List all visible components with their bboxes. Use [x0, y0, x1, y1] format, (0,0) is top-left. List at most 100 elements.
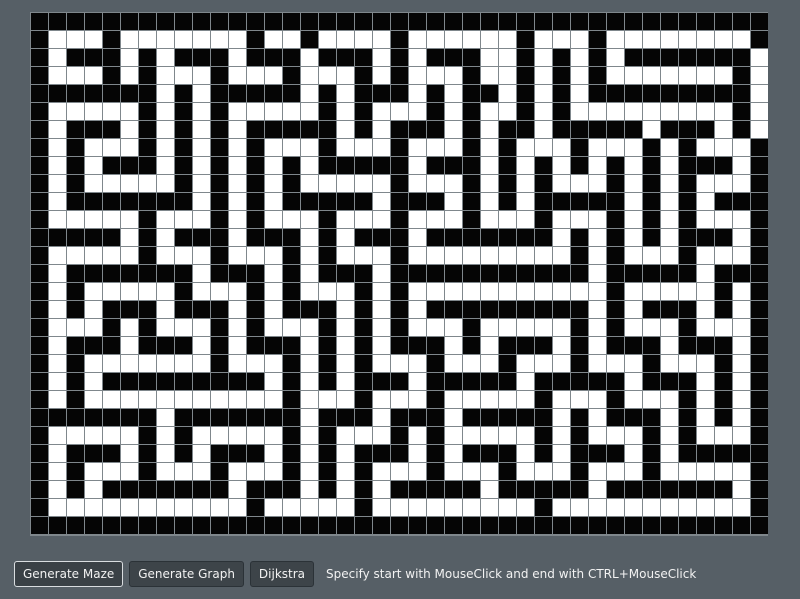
- maze-wall-cell[interactable]: [85, 445, 102, 462]
- maze-wall-cell[interactable]: [625, 265, 642, 282]
- maze-wall-cell[interactable]: [31, 319, 48, 336]
- maze-open-cell[interactable]: [139, 283, 156, 300]
- maze-wall-cell[interactable]: [265, 13, 282, 30]
- maze-wall-cell[interactable]: [31, 121, 48, 138]
- maze-wall-cell[interactable]: [337, 409, 354, 426]
- maze-wall-cell[interactable]: [139, 103, 156, 120]
- maze-open-cell[interactable]: [607, 427, 624, 444]
- maze-wall-cell[interactable]: [733, 49, 750, 66]
- maze-open-cell[interactable]: [463, 391, 480, 408]
- maze-wall-cell[interactable]: [715, 337, 732, 354]
- maze-wall-cell[interactable]: [31, 445, 48, 462]
- maze-wall-cell[interactable]: [67, 265, 84, 282]
- maze-wall-cell[interactable]: [49, 85, 66, 102]
- maze-open-cell[interactable]: [85, 373, 102, 390]
- maze-wall-cell[interactable]: [283, 409, 300, 426]
- maze-wall-cell[interactable]: [139, 517, 156, 534]
- maze-wall-cell[interactable]: [211, 337, 228, 354]
- maze-wall-cell[interactable]: [535, 445, 552, 462]
- maze-open-cell[interactable]: [157, 247, 174, 264]
- maze-open-cell[interactable]: [409, 355, 426, 372]
- maze-open-cell[interactable]: [193, 265, 210, 282]
- maze-wall-cell[interactable]: [103, 373, 120, 390]
- maze-open-cell[interactable]: [373, 175, 390, 192]
- maze-open-cell[interactable]: [499, 427, 516, 444]
- maze-open-cell[interactable]: [589, 409, 606, 426]
- maze-open-cell[interactable]: [481, 391, 498, 408]
- maze-wall-cell[interactable]: [427, 85, 444, 102]
- maze-open-cell[interactable]: [121, 31, 138, 48]
- maze-open-cell[interactable]: [517, 175, 534, 192]
- maze-open-cell[interactable]: [697, 67, 714, 84]
- maze-wall-cell[interactable]: [247, 373, 264, 390]
- maze-wall-cell[interactable]: [157, 517, 174, 534]
- maze-wall-cell[interactable]: [481, 301, 498, 318]
- maze-open-cell[interactable]: [229, 211, 246, 228]
- maze-open-cell[interactable]: [139, 499, 156, 516]
- maze-open-cell[interactable]: [85, 139, 102, 156]
- maze-open-cell[interactable]: [355, 427, 372, 444]
- maze-wall-cell[interactable]: [319, 157, 336, 174]
- maze-wall-cell[interactable]: [67, 355, 84, 372]
- maze-wall-cell[interactable]: [499, 481, 516, 498]
- maze-open-cell[interactable]: [301, 355, 318, 372]
- maze-open-cell[interactable]: [625, 67, 642, 84]
- maze-wall-cell[interactable]: [319, 13, 336, 30]
- maze-wall-cell[interactable]: [175, 121, 192, 138]
- maze-open-cell[interactable]: [643, 319, 660, 336]
- maze-wall-cell[interactable]: [427, 355, 444, 372]
- maze-open-cell[interactable]: [157, 121, 174, 138]
- maze-open-cell[interactable]: [481, 283, 498, 300]
- maze-wall-cell[interactable]: [175, 193, 192, 210]
- maze-open-cell[interactable]: [193, 463, 210, 480]
- maze-open-cell[interactable]: [499, 283, 516, 300]
- maze-wall-cell[interactable]: [391, 49, 408, 66]
- maze-open-cell[interactable]: [265, 67, 282, 84]
- maze-wall-cell[interactable]: [67, 337, 84, 354]
- maze-wall-cell[interactable]: [589, 31, 606, 48]
- maze-open-cell[interactable]: [373, 301, 390, 318]
- maze-wall-cell[interactable]: [463, 319, 480, 336]
- maze-wall-cell[interactable]: [175, 337, 192, 354]
- maze-open-cell[interactable]: [193, 31, 210, 48]
- maze-open-cell[interactable]: [517, 463, 534, 480]
- maze-open-cell[interactable]: [337, 139, 354, 156]
- maze-wall-cell[interactable]: [607, 265, 624, 282]
- maze-wall-cell[interactable]: [571, 481, 588, 498]
- maze-wall-cell[interactable]: [31, 157, 48, 174]
- maze-wall-cell[interactable]: [427, 121, 444, 138]
- maze-open-cell[interactable]: [409, 85, 426, 102]
- maze-open-cell[interactable]: [751, 49, 768, 66]
- maze-wall-cell[interactable]: [499, 13, 516, 30]
- maze-wall-cell[interactable]: [193, 301, 210, 318]
- maze-open-cell[interactable]: [481, 211, 498, 228]
- maze-open-cell[interactable]: [445, 193, 462, 210]
- maze-open-cell[interactable]: [661, 283, 678, 300]
- maze-open-cell[interactable]: [85, 247, 102, 264]
- maze-open-cell[interactable]: [157, 391, 174, 408]
- maze-wall-cell[interactable]: [85, 13, 102, 30]
- maze-wall-cell[interactable]: [733, 193, 750, 210]
- maze-open-cell[interactable]: [121, 121, 138, 138]
- maze-open-cell[interactable]: [553, 391, 570, 408]
- maze-open-cell[interactable]: [103, 499, 120, 516]
- maze-open-cell[interactable]: [571, 49, 588, 66]
- maze-wall-cell[interactable]: [391, 319, 408, 336]
- maze-open-cell[interactable]: [157, 409, 174, 426]
- maze-wall-cell[interactable]: [751, 265, 768, 282]
- maze-open-cell[interactable]: [697, 265, 714, 282]
- maze-wall-cell[interactable]: [463, 337, 480, 354]
- maze-wall-cell[interactable]: [31, 229, 48, 246]
- maze-open-cell[interactable]: [733, 31, 750, 48]
- maze-open-cell[interactable]: [553, 355, 570, 372]
- maze-wall-cell[interactable]: [103, 409, 120, 426]
- maze-wall-cell[interactable]: [751, 31, 768, 48]
- maze-wall-cell[interactable]: [139, 13, 156, 30]
- maze-wall-cell[interactable]: [445, 265, 462, 282]
- maze-open-cell[interactable]: [499, 391, 516, 408]
- maze-open-cell[interactable]: [697, 31, 714, 48]
- maze-open-cell[interactable]: [265, 175, 282, 192]
- maze-open-cell[interactable]: [697, 373, 714, 390]
- maze-wall-cell[interactable]: [481, 13, 498, 30]
- maze-wall-cell[interactable]: [229, 265, 246, 282]
